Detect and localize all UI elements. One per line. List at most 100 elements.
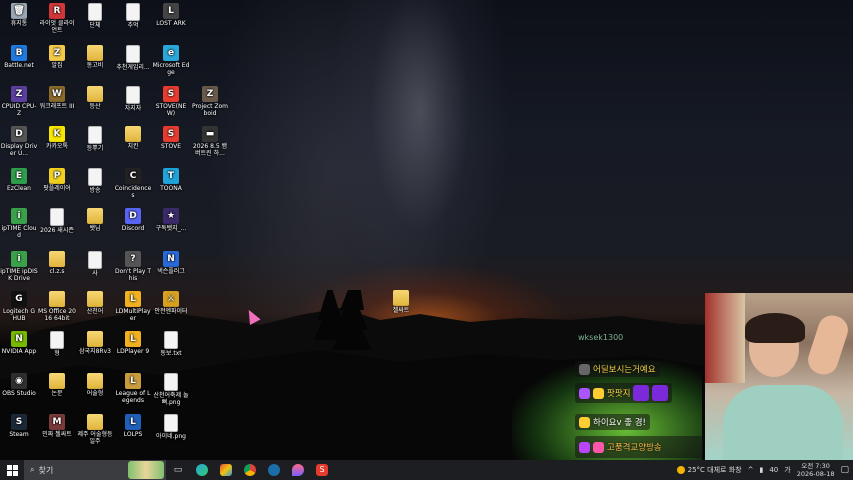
desktop-icon[interactable]: ? Don't Play This	[114, 251, 152, 282]
desktop-icon[interactable]: 산천어축제 놀뻐.png	[152, 373, 190, 406]
desktop-icon[interactable]: 형	[38, 331, 76, 357]
desktop-icon-label: CPUID CPU-Z	[1, 103, 37, 117]
desktop-icon-label: STOVE	[161, 143, 181, 150]
desktop-icon[interactable]: i ipTIME ipDISK Drive	[0, 251, 38, 282]
ime-indicator[interactable]: 가	[784, 465, 790, 475]
badge-icon	[593, 441, 604, 453]
volume-label[interactable]: 40	[769, 466, 778, 474]
desktop-icon[interactable]: G Logitech G HUB	[0, 291, 38, 322]
folder-icon	[87, 45, 103, 61]
desktop-icon[interactable]: 삼국지8Rv3	[76, 331, 114, 355]
desktop-icon[interactable]: E EzClean	[0, 168, 38, 192]
app-icon: Z	[11, 86, 27, 102]
taskbar-drop-app[interactable]	[286, 460, 310, 480]
folder-icon	[87, 208, 103, 224]
desktop-icon[interactable]: Z Project Zomboid	[191, 86, 229, 117]
desktop-icon[interactable]: L LOLPS	[114, 414, 152, 438]
desktop-icon[interactable]: D Discord	[114, 208, 152, 232]
desktop-icon[interactable]: MS Office 2016 64bit	[38, 291, 76, 322]
desktop-icon[interactable]: i ipTIME Cloud	[0, 208, 38, 239]
desktop-icon[interactable]: T TOONA	[152, 168, 190, 192]
desktop-icon-label: TOONA	[160, 185, 182, 192]
heart-icon	[579, 387, 590, 399]
app-icon: e	[163, 45, 179, 61]
desktop-icon[interactable]: 2026 새시즌	[38, 208, 76, 234]
desktop-icon-label: 방송	[89, 187, 101, 194]
taskbar-steam[interactable]	[262, 460, 286, 480]
desktop-icon[interactable]: W 워크래프트 III	[38, 86, 76, 110]
desktop-icon[interactable]: 동고비	[76, 45, 114, 69]
desktop-icon[interactable]: P 팟플레이어	[38, 168, 76, 192]
desktop-icon[interactable]: 🗑 휴지통	[0, 3, 38, 27]
desktop-icon[interactable]: Z 알집	[38, 45, 76, 69]
desktop-icon[interactable]: 첼싸트	[382, 290, 420, 314]
desktop-icon[interactable]: B Battle.net	[0, 45, 38, 69]
desktop-icon-label: 추천게임리...	[116, 64, 150, 71]
desktop-icon[interactable]: S Steam	[0, 414, 38, 438]
desktop-icon[interactable]: 동보.txt	[152, 331, 190, 357]
task-view-button[interactable]: ▭	[166, 460, 190, 480]
chat-message-text: 고품격교양방송	[607, 443, 662, 453]
desktop-icon[interactable]: N 넥슨플러그	[152, 251, 190, 275]
desktop-icon[interactable]: ◉ OBS Studio	[0, 373, 38, 397]
desktop-icon[interactable]: R 라이엇 클라이언트	[38, 3, 76, 34]
chevron-up-icon[interactable]: ^	[748, 466, 754, 474]
desktop-icon[interactable]: 등산	[76, 86, 114, 110]
desktop-icon[interactable]: L LDMultiPlayer	[114, 291, 152, 322]
search-placeholder: 찾기	[38, 465, 54, 475]
desktop-icon[interactable]: L League of Legends	[114, 373, 152, 404]
desktop-icon-label: 워크래프트 III	[39, 103, 75, 110]
desktop-icon[interactable]: 자지자	[114, 86, 152, 112]
app-icon: ★	[163, 208, 179, 224]
desktop-icon[interactable]: 아이네.png	[152, 414, 190, 440]
desktop-icon[interactable]: S STOVE	[152, 126, 190, 150]
weather-widget[interactable]: 25°C 대체로 화창	[676, 465, 742, 475]
desktop-icon[interactable]: 추천게임리...	[114, 45, 152, 71]
desktop-icon[interactable]: 방송	[76, 168, 114, 194]
desktop-icon[interactable]: 치킨	[114, 126, 152, 150]
desktop-icon[interactable]: 추억	[114, 3, 152, 29]
notification-icon[interactable]: ▢	[840, 465, 849, 475]
desktop-icon[interactable]: L LOST ARK	[152, 3, 190, 27]
taskbar-stove[interactable]: S	[310, 460, 334, 480]
desktop-icon[interactable]: 논문	[38, 373, 76, 397]
desktop-icon[interactable]: 뱃님	[76, 208, 114, 232]
app-icon: E	[11, 168, 27, 184]
app-icon: S	[11, 414, 27, 430]
taskbar-chrome[interactable]	[238, 460, 262, 480]
desktop-icon-label: OBS Studio	[2, 390, 36, 397]
folder-icon	[49, 291, 65, 307]
file-icon	[50, 331, 64, 349]
search-box[interactable]: ⌕ 찾기	[24, 460, 166, 480]
file-icon	[126, 45, 140, 63]
clock[interactable]: 오전 7:30 2026-08-18	[797, 462, 835, 478]
desktop-icon[interactable]: ★ 구독뱃지_...	[152, 208, 190, 232]
desktop-icon[interactable]: K 카카오톡	[38, 126, 76, 150]
desktop-icon[interactable]: S STOVE(NEW)	[152, 86, 190, 117]
desktop-icon-label: 구독뱃지_...	[155, 225, 187, 232]
desktop-icon[interactable]: ▬ 2026 8.5 뱀버트린 하...	[191, 126, 229, 157]
desktop-icon[interactable]: 제주 어술형등일주	[76, 414, 114, 445]
desktop-icon[interactable]: 단체	[76, 3, 114, 29]
desktop-icon[interactable]: D Display Driver U...	[0, 126, 38, 157]
desktop-icon-label: Project Zomboid	[191, 103, 229, 117]
network-icon[interactable]: ▮	[759, 466, 763, 474]
desktop-icon[interactable]: N NVIDIA App	[0, 331, 38, 355]
taskbar-colorful-app[interactable]	[214, 460, 238, 480]
desktop-icon[interactable]: e Microsoft Edge	[152, 45, 190, 76]
desktop-icon[interactable]: 사	[76, 251, 114, 277]
start-button[interactable]	[0, 460, 24, 480]
desktop-icon[interactable]: 등뿌기	[76, 126, 114, 152]
emote-icon	[633, 385, 650, 401]
desktop-icon[interactable]: 산천어	[76, 291, 114, 315]
desktop-icon[interactable]: cl.z.s	[38, 251, 76, 275]
taskbar-edge[interactable]	[190, 460, 214, 480]
desktop-icon[interactable]: 어술형	[76, 373, 114, 397]
desktop-icon[interactable]: Z CPUID CPU-Z	[0, 86, 38, 117]
chat-username: wksek1300	[578, 333, 624, 342]
desktop-icon[interactable]: C Coincidences	[114, 168, 152, 199]
desktop-icon-label: 제주 어술형등일주	[77, 431, 113, 445]
desktop-icon[interactable]: M 민짜 첼싸트	[38, 414, 76, 438]
desktop-icon[interactable]: ⚔ 안전엔파이터	[152, 291, 190, 315]
desktop-icon[interactable]: L LDPlayer 9	[114, 331, 152, 355]
